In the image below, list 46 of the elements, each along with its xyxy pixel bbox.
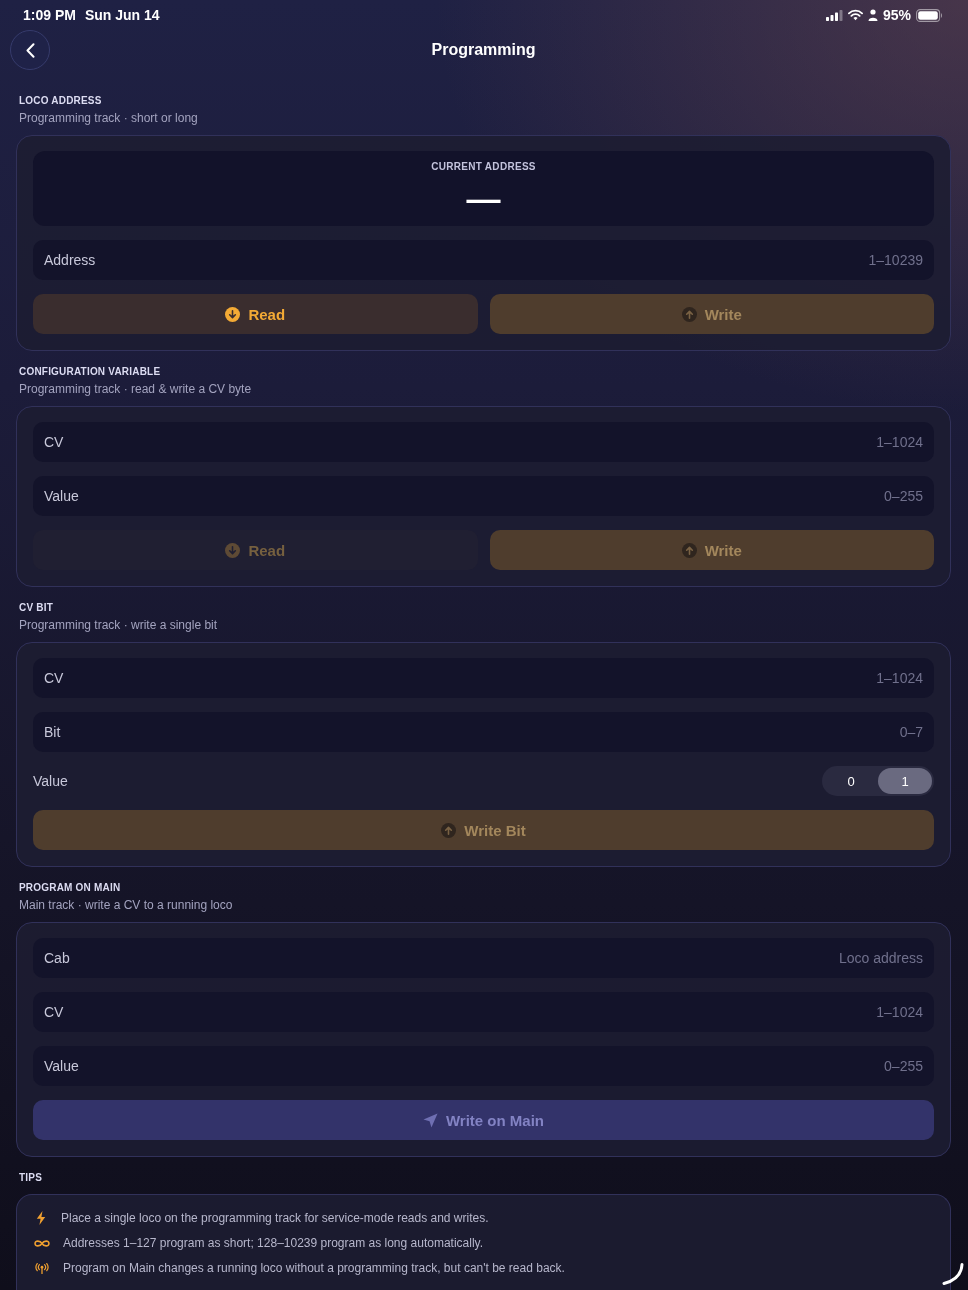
- person-icon: [867, 9, 878, 21]
- display-label: CURRENT ADDRESS: [431, 160, 536, 174]
- field-label: CV: [44, 669, 64, 687]
- section-subtitle: Main track · write a CV to a running loco: [19, 897, 233, 913]
- battery-percent: 95%: [882, 6, 911, 24]
- section-subtitle: Programming track · read & write a CV byte: [19, 381, 252, 397]
- scroll-indicator-icon: [942, 1263, 964, 1285]
- section-subtitle: Programming track · write a single bit: [19, 617, 218, 633]
- field-label: Cab: [44, 949, 70, 967]
- lightning-bolt-icon: [36, 1211, 46, 1225]
- infinity-icon: [34, 1237, 50, 1249]
- field-label: Value: [44, 1057, 79, 1075]
- field-label: Address: [44, 251, 96, 269]
- tip-text: Addresses 1–127 program as short; 128–10239 program as long automatically.: [63, 1235, 484, 1251]
- arrow-up-circle-icon: [441, 822, 457, 838]
- segment-option[interactable]: 0: [824, 768, 878, 794]
- field-label: Bit: [44, 723, 61, 741]
- battery-icon: [916, 8, 943, 22]
- read-button[interactable]: Read: [33, 294, 478, 334]
- wifi-icon: [847, 9, 863, 21]
- status-time: 1:09 PM: [23, 6, 76, 24]
- section-heading: CONFIGURATION VARIABLE: [19, 365, 161, 379]
- section-heading: PROGRAM ON MAIN: [19, 881, 121, 895]
- back-button[interactable]: [10, 30, 50, 70]
- arrow-down-circle-icon: [225, 542, 241, 558]
- field-label: Value: [33, 773, 68, 789]
- section-heading: LOCO ADDRESS: [19, 94, 102, 108]
- signal-icon: [825, 9, 843, 21]
- section-subtitle: Programming track · short or long: [19, 110, 198, 126]
- field-label: CV: [44, 433, 64, 451]
- section-heading: TIPS: [19, 1171, 43, 1185]
- arrow-up-circle-icon: [681, 542, 697, 558]
- arrow-up-circle-icon: [681, 306, 697, 322]
- chevron-left-icon: [25, 42, 35, 58]
- segment-option[interactable]: 1: [878, 768, 932, 794]
- field-label: Value: [44, 487, 79, 505]
- field-label: CV: [44, 1003, 64, 1021]
- address-value: —: [466, 180, 501, 216]
- page-title: Programming: [431, 41, 536, 59]
- status-date: Sun Jun 14: [84, 6, 160, 24]
- tip-text: Place a single loco on the programming track for service-mode reads and writes.: [61, 1210, 489, 1226]
- broadcast-icon: [34, 1262, 50, 1274]
- paper-plane-icon: [422, 1112, 438, 1128]
- arrow-down-circle-icon: [225, 306, 241, 322]
- tip-text: Program on Main changes a running loco without a programming track, but can't be read back.: [63, 1260, 565, 1276]
- section-heading: CV BIT: [19, 601, 53, 615]
